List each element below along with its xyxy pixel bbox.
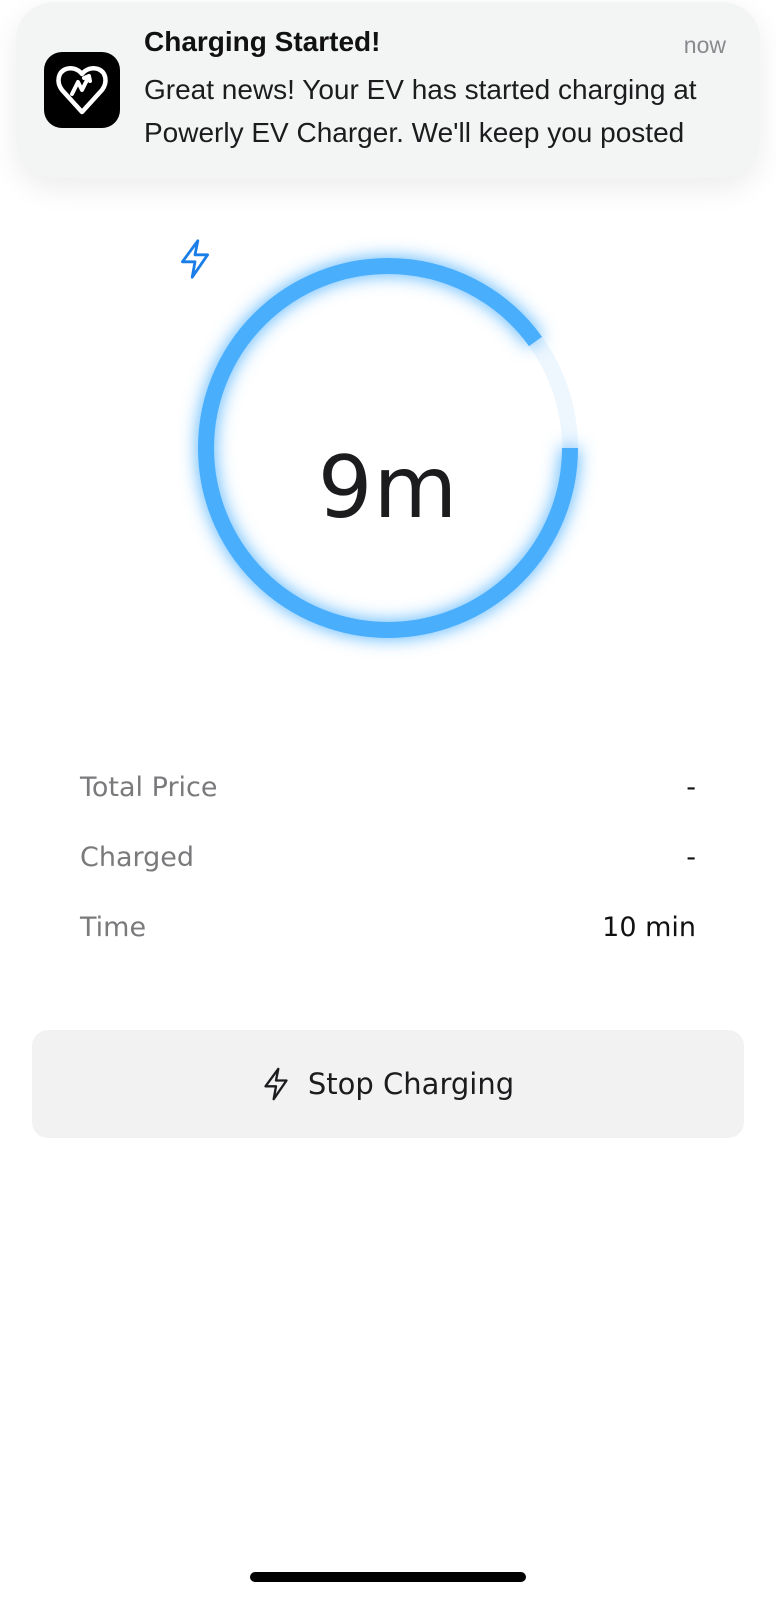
time-remaining: 9m [317, 438, 459, 538]
stat-value: - [686, 771, 696, 803]
powerly-logo-icon [44, 52, 120, 128]
notification-title: Charging Started! [144, 26, 381, 57]
charging-stats: Total Price - Charged - Time 10 min [80, 752, 696, 962]
home-indicator[interactable] [250, 1572, 526, 1582]
stat-row-time: Time 10 min [80, 892, 696, 962]
charging-screen: Charging Started! now Great news! Your E… [0, 0, 776, 1600]
stop-charging-label: Stop Charging [307, 1067, 515, 1101]
stop-charging-button[interactable]: Stop Charging [32, 1030, 744, 1138]
stat-row-charged: Charged - [80, 822, 696, 892]
stat-value: - [686, 841, 696, 873]
lightning-bolt-icon [180, 239, 209, 279]
stat-value: 10 min [602, 911, 696, 943]
stat-label: Time [80, 911, 147, 943]
stat-row-total-price: Total Price - [80, 752, 696, 822]
stat-label: Charged [80, 841, 195, 873]
notification-body: Great news! Your EV has started charging… [144, 74, 697, 148]
lightning-bolt-icon [264, 1067, 288, 1101]
stat-label: Total Price [80, 771, 218, 803]
charging-progress-ring: 9m [178, 238, 598, 658]
notification-time: now [683, 32, 726, 58]
push-notification[interactable]: Charging Started! now Great news! Your E… [16, 2, 760, 178]
